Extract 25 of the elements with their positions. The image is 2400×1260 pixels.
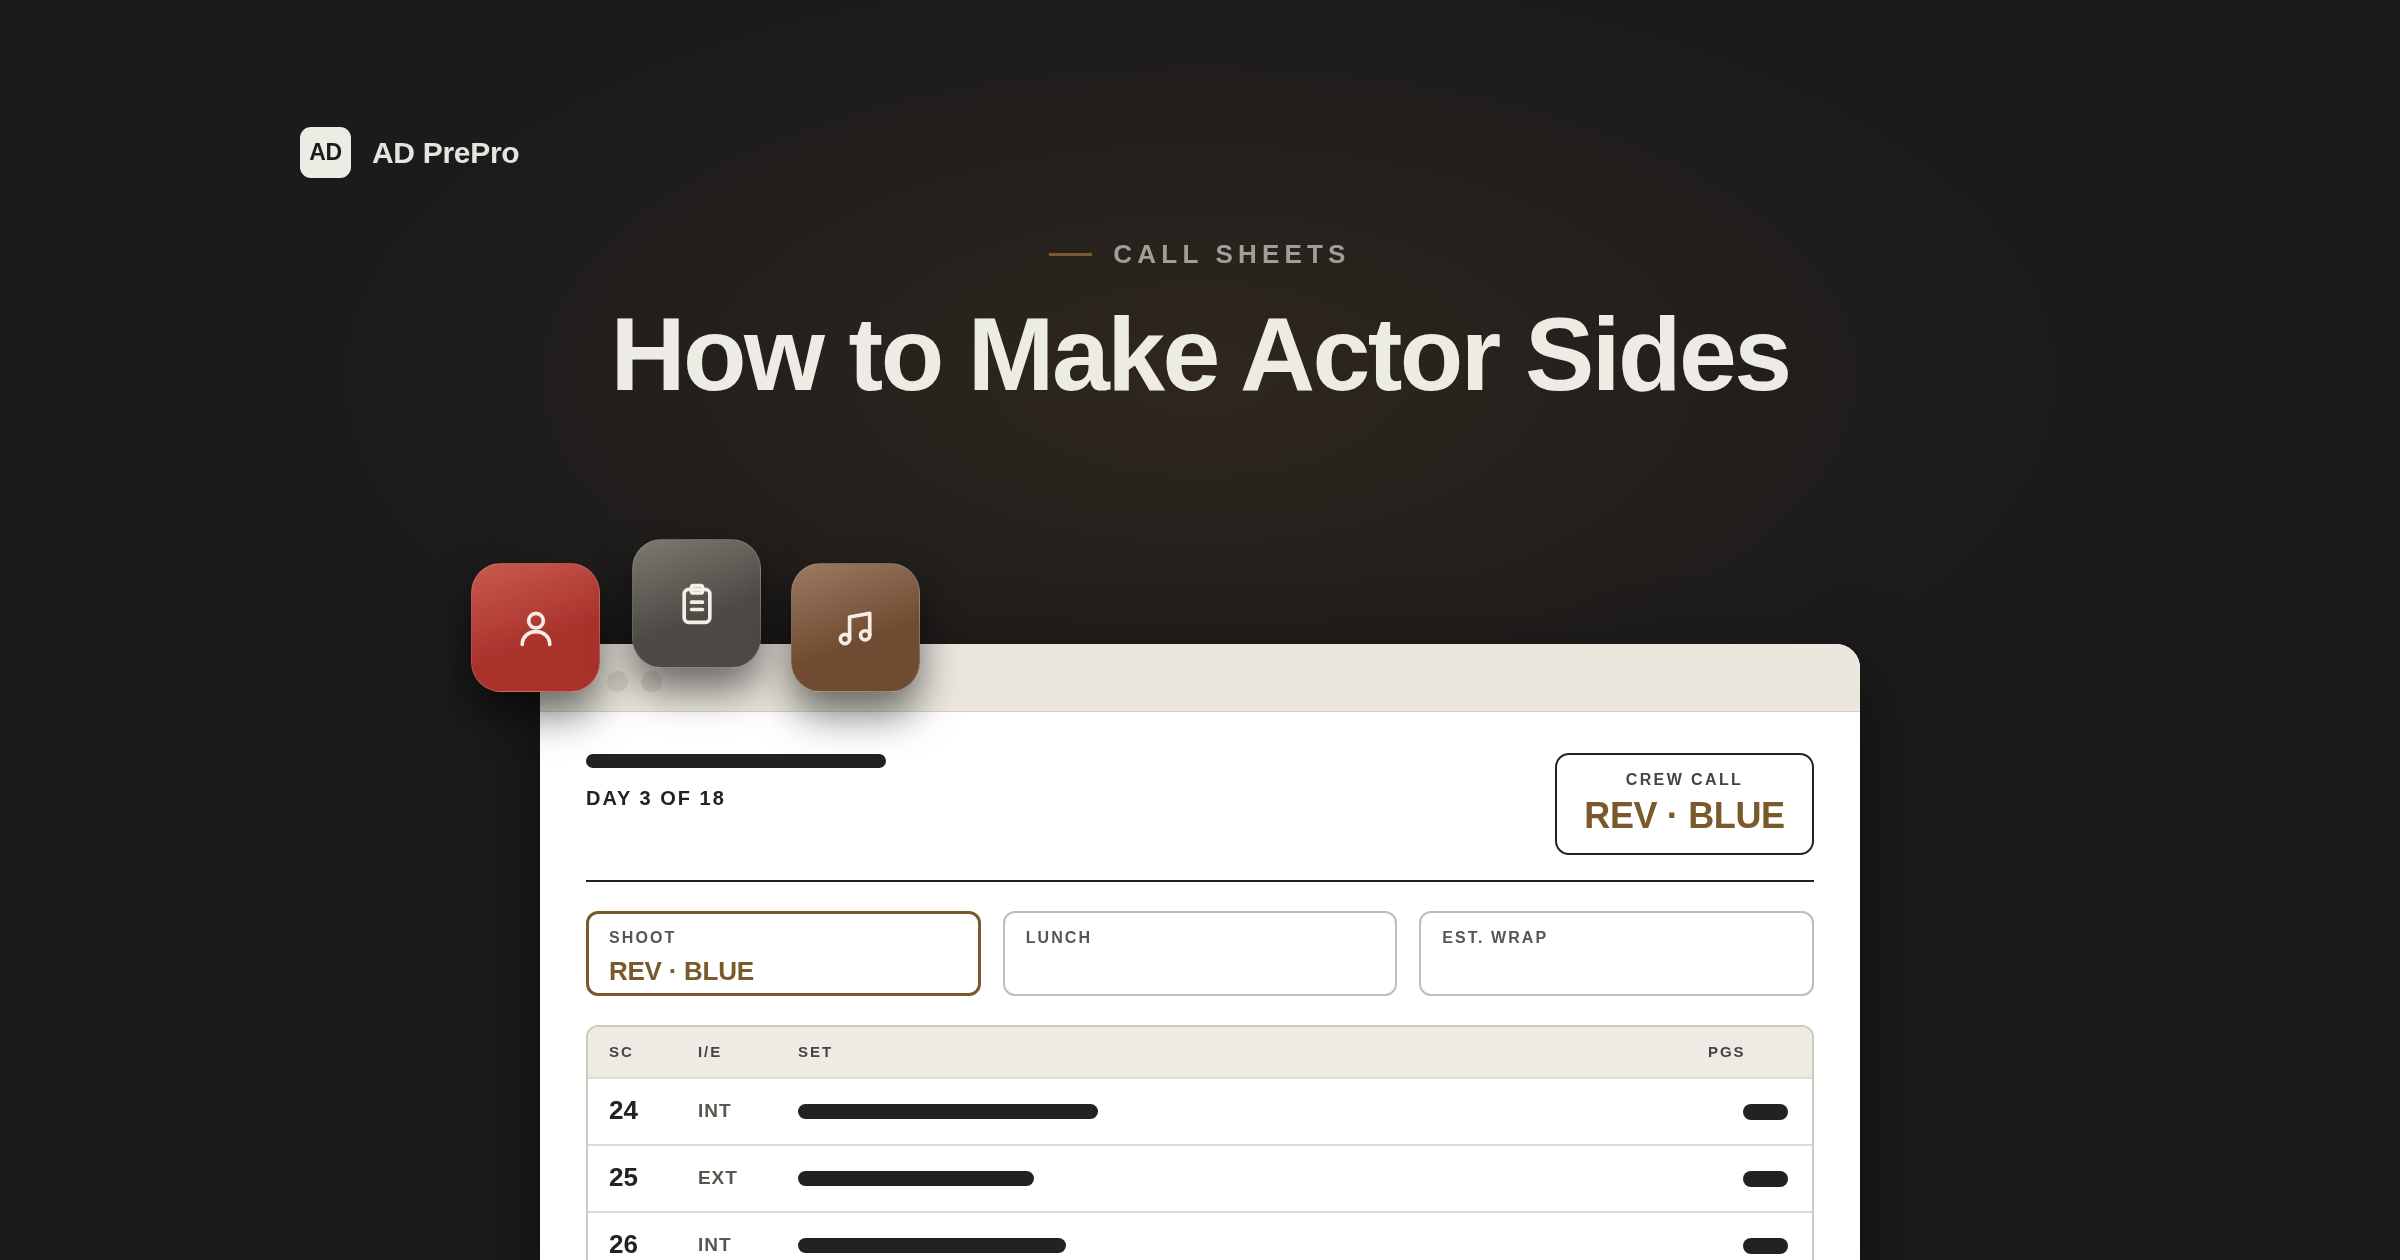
- int-ext-label: INT: [698, 1099, 732, 1121]
- card-label: SHOOT: [609, 928, 677, 948]
- day-counter: DAY 3 OF 18: [586, 786, 726, 810]
- redacted-pages-bar: [1743, 1103, 1788, 1120]
- column-header: I/E: [698, 1043, 723, 1060]
- scene-number: 26: [609, 1229, 638, 1259]
- int-ext-label: INT: [698, 1233, 732, 1255]
- card-label: CREW CALL: [1625, 770, 1744, 790]
- card-value: REV · BLUE: [609, 956, 754, 986]
- redacted-pages-bar: [1743, 1170, 1788, 1187]
- column-header: PGS: [1708, 1043, 1746, 1060]
- int-ext-label: EXT: [698, 1166, 738, 1188]
- card-label: LUNCH: [1025, 928, 1093, 948]
- brand-name: AD PrePro: [372, 135, 520, 171]
- scene-number: 24: [609, 1095, 638, 1125]
- scene-number: 25: [609, 1162, 638, 1192]
- redacted-pages-bar: [1743, 1237, 1788, 1254]
- page-title: How to Make Actor Sides: [610, 302, 1790, 406]
- column-header: SET: [798, 1043, 834, 1060]
- card-label: EST. WRAP: [1442, 928, 1549, 948]
- section-eyebrow: CALL SHEETS: [1113, 238, 1351, 271]
- card-value: REV · BLUE: [1584, 796, 1785, 836]
- app-logo[interactable]: AD: [300, 127, 351, 178]
- accent-rule: [1049, 252, 1093, 256]
- column-header: SC: [609, 1043, 634, 1060]
